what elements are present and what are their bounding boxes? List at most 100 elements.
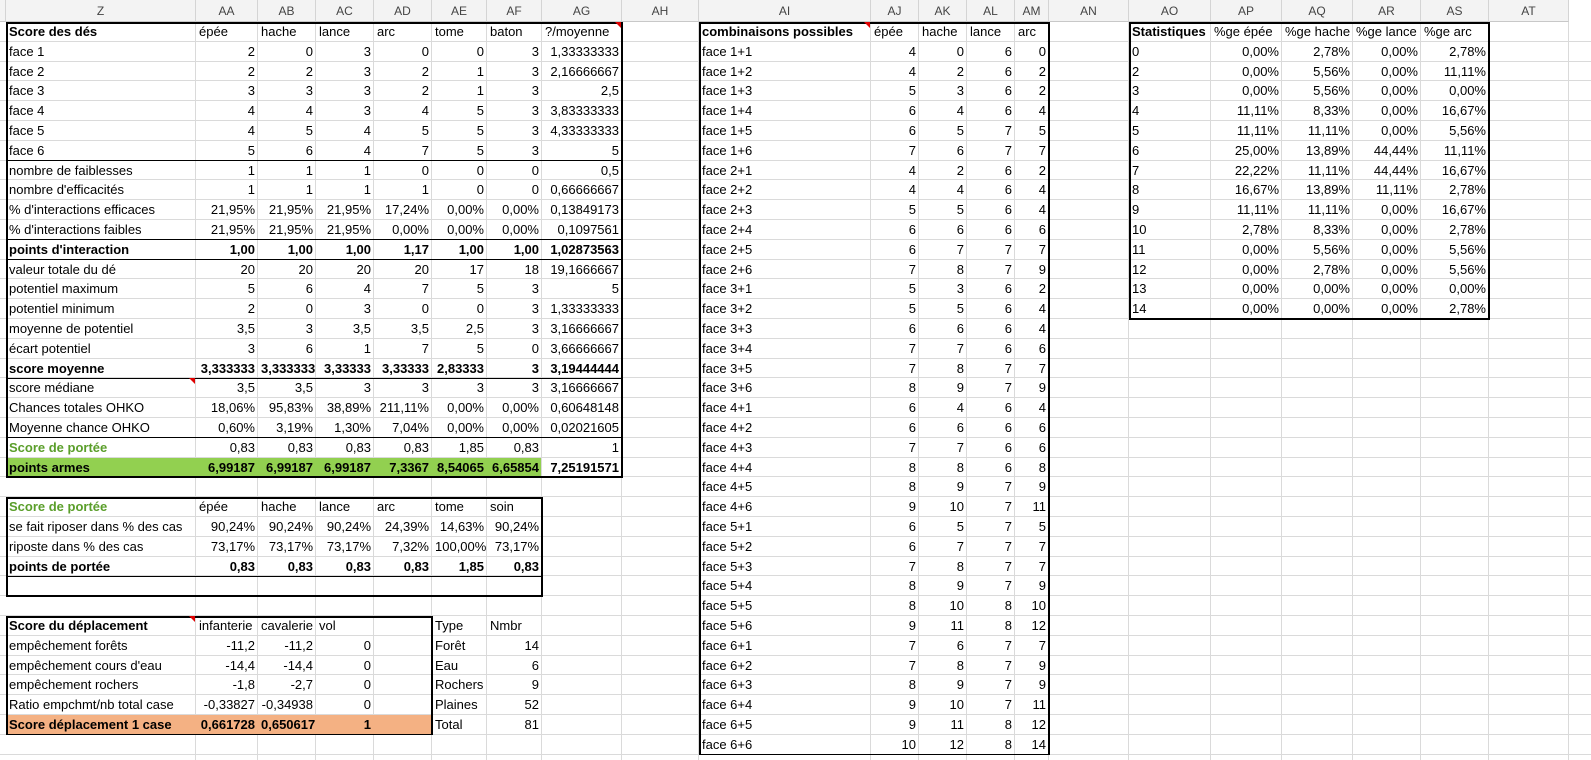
cell[interactable]: 0: [487, 339, 542, 359]
cell[interactable]: 4: [919, 101, 967, 121]
cell[interactable]: 7: [871, 339, 919, 359]
cell[interactable]: 2,78%: [1211, 220, 1282, 240]
cell[interactable]: face 1: [6, 42, 196, 62]
cell[interactable]: 3: [316, 62, 374, 82]
column-header-at[interactable]: AT: [1489, 0, 1569, 22]
cell[interactable]: 8: [919, 359, 967, 379]
cell[interactable]: 0: [432, 299, 487, 319]
cell[interactable]: 4: [1015, 319, 1049, 339]
cell[interactable]: 5: [542, 279, 622, 299]
cell[interactable]: 0: [316, 656, 374, 676]
cell[interactable]: -14,4: [196, 656, 258, 676]
cell[interactable]: 73,17%: [316, 537, 374, 557]
cell[interactable]: 5: [196, 279, 258, 299]
cell[interactable]: face 3+6: [699, 378, 871, 398]
cell[interactable]: points d'interaction: [6, 240, 196, 260]
cell[interactable]: 0,00%: [432, 220, 487, 240]
cell[interactable]: combinaisons possibles: [699, 22, 871, 42]
cell[interactable]: 1,85: [432, 438, 487, 458]
cell[interactable]: 5,56%: [1421, 260, 1489, 280]
cell[interactable]: 1: [316, 180, 374, 200]
cell[interactable]: 7: [374, 279, 432, 299]
cell[interactable]: 6: [487, 656, 542, 676]
cell[interactable]: 3: [316, 81, 374, 101]
cell[interactable]: 4: [1129, 101, 1211, 121]
cell[interactable]: face 6+5: [699, 715, 871, 735]
cell[interactable]: 8: [919, 458, 967, 478]
cell[interactable]: hache: [258, 22, 316, 42]
cell[interactable]: 8: [871, 576, 919, 596]
cell[interactable]: 21,95%: [196, 200, 258, 220]
cell[interactable]: face 2+4: [699, 220, 871, 240]
cell[interactable]: 7: [871, 656, 919, 676]
cell[interactable]: 3: [487, 101, 542, 121]
cell[interactable]: 1: [316, 339, 374, 359]
cell[interactable]: 7: [967, 576, 1015, 596]
cell[interactable]: 0,650617: [258, 715, 316, 735]
cell[interactable]: Plaines: [432, 695, 487, 715]
cell[interactable]: face 2+3: [699, 200, 871, 220]
cell[interactable]: 0,00%: [1353, 240, 1421, 260]
cell[interactable]: 3: [487, 319, 542, 339]
cell[interactable]: potentiel minimum: [6, 299, 196, 319]
cell[interactable]: 0,00%: [1211, 279, 1282, 299]
cell[interactable]: 2,78%: [1421, 180, 1489, 200]
cell[interactable]: 0: [374, 42, 432, 62]
cell[interactable]: face 3+1: [699, 279, 871, 299]
cell[interactable]: 7: [1015, 537, 1049, 557]
cell[interactable]: épée: [196, 497, 258, 517]
cell[interactable]: 8: [871, 675, 919, 695]
cell[interactable]: 7: [967, 675, 1015, 695]
cell[interactable]: 4: [871, 161, 919, 181]
cell[interactable]: infanterie: [196, 616, 258, 636]
cell[interactable]: 1,85: [432, 557, 487, 577]
cell[interactable]: 0,00%: [487, 220, 542, 240]
cell[interactable]: -0,34938: [258, 695, 316, 715]
cell[interactable]: Forêt: [432, 636, 487, 656]
cell[interactable]: 6,65854: [487, 458, 542, 478]
cell[interactable]: 1: [542, 438, 622, 458]
cell[interactable]: 4,33333333: [542, 121, 622, 141]
cell[interactable]: 0: [316, 636, 374, 656]
cell[interactable]: face 3+4: [699, 339, 871, 359]
cell[interactable]: 7: [1129, 161, 1211, 181]
cell[interactable]: face 1+3: [699, 81, 871, 101]
cell[interactable]: 5: [919, 121, 967, 141]
cell[interactable]: face 2+5: [699, 240, 871, 260]
cell[interactable]: -1,8: [196, 675, 258, 695]
cell[interactable]: 4: [316, 121, 374, 141]
cell[interactable]: Nmbr: [487, 616, 542, 636]
cell[interactable]: 6: [1015, 418, 1049, 438]
cell[interactable]: 3: [487, 121, 542, 141]
cell[interactable]: -0,33827: [196, 695, 258, 715]
cell[interactable]: 4: [1015, 200, 1049, 220]
cell[interactable]: 1,00: [487, 240, 542, 260]
cell[interactable]: 0,83: [487, 438, 542, 458]
cell[interactable]: 14: [487, 636, 542, 656]
cell[interactable]: 9: [871, 715, 919, 735]
cell[interactable]: Total: [432, 715, 487, 735]
cell[interactable]: 5,56%: [1421, 121, 1489, 141]
cell[interactable]: 10: [1129, 220, 1211, 240]
cell[interactable]: 11,11%: [1211, 200, 1282, 220]
cell[interactable]: face 4: [6, 101, 196, 121]
cell[interactable]: 12: [1015, 616, 1049, 636]
cell[interactable]: 13,89%: [1282, 141, 1353, 161]
column-header-aa[interactable]: AA: [196, 0, 258, 22]
cell[interactable]: 7: [967, 240, 1015, 260]
column-header-ak[interactable]: AK: [919, 0, 967, 22]
cell[interactable]: 7: [871, 260, 919, 280]
cell[interactable]: 7: [967, 141, 1015, 161]
cell[interactable]: 0: [1015, 42, 1049, 62]
cell[interactable]: 0,00%: [1211, 299, 1282, 319]
cell[interactable]: 2: [196, 42, 258, 62]
cell[interactable]: 6: [967, 299, 1015, 319]
cell[interactable]: 6: [871, 121, 919, 141]
cell[interactable]: 7: [374, 141, 432, 161]
cell[interactable]: cavalerie: [258, 616, 316, 636]
cell[interactable]: %ge hache: [1282, 22, 1353, 42]
cell[interactable]: 1: [374, 180, 432, 200]
cell[interactable]: 1: [432, 81, 487, 101]
cell[interactable]: 3,16666667: [542, 319, 622, 339]
cell[interactable]: 0,00%: [1353, 62, 1421, 82]
